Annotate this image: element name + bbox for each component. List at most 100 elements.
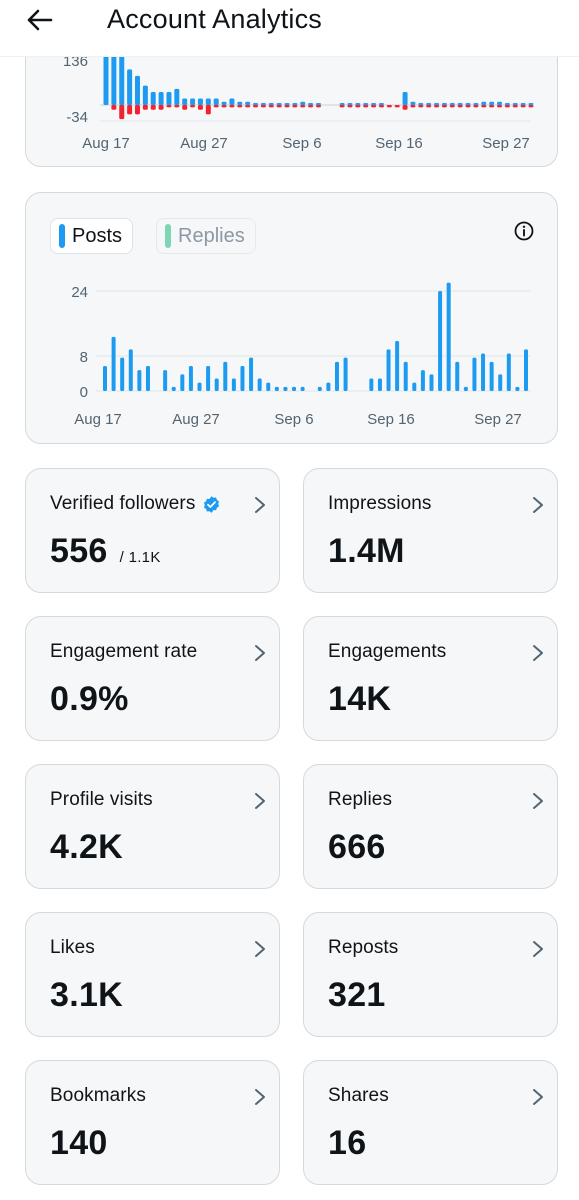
posts-bar [326, 382, 331, 391]
stat-card-likes[interactable]: Likes 3.1K [25, 912, 280, 1037]
loss-bar [158, 105, 164, 110]
posts-bar [197, 382, 202, 391]
loss-bar [386, 105, 392, 108]
arrow-left-icon [27, 9, 53, 31]
loss-bar [221, 105, 227, 108]
stat-card-impressions[interactable]: Impressions 1.4M [303, 468, 558, 593]
gain-bar [316, 103, 321, 105]
stat-card-bookmarks[interactable]: Bookmarks 140 [25, 1060, 280, 1185]
loss-bar [166, 105, 172, 108]
gain-bar [245, 101, 251, 105]
stat-value: 140 [50, 1124, 108, 1162]
posts-bar [240, 366, 245, 391]
gain-bar [308, 103, 314, 105]
gain-bar [528, 103, 534, 105]
posts-bar [377, 378, 382, 391]
posts-bar [386, 349, 391, 391]
loss-bar [528, 105, 534, 108]
stat-card-engagement-rate[interactable]: Engagement rate 0.9% [25, 616, 280, 741]
loss-bar [520, 105, 526, 108]
stat-card-profile-visits[interactable]: Profile visits 4.2K [25, 764, 280, 889]
loss-bar [245, 105, 251, 108]
loss-bar [457, 105, 463, 108]
posts-bar [223, 361, 228, 391]
chevron-right-icon [255, 941, 265, 957]
gain-bar [489, 101, 495, 105]
verified-badge-icon [204, 495, 220, 513]
stat-card-engagements[interactable]: Engagements 14K [303, 616, 558, 741]
gain-bar [260, 103, 266, 105]
gain-bar [449, 103, 455, 105]
posts-bar [231, 378, 236, 391]
posts-bar [163, 370, 168, 391]
gain-bar [166, 92, 172, 105]
posts-bar [498, 374, 503, 391]
stat-card-verified-followers[interactable]: Verified followers 556 / 1.1K [25, 468, 280, 593]
gain-bar [410, 101, 416, 105]
stat-value-wrap: 556 / 1.1K [50, 532, 161, 571]
gain-bar [426, 103, 432, 105]
loss-bar [449, 105, 455, 108]
posts-bar [180, 374, 185, 391]
stat-value: 4.2K [50, 828, 124, 866]
stat-value: 321 [328, 976, 386, 1014]
loss-bar [489, 105, 495, 108]
posts-bar [420, 370, 425, 391]
loss-bar [347, 105, 353, 108]
gain-bar [197, 98, 203, 105]
gain-bar [434, 103, 440, 105]
loss-bar [190, 105, 196, 108]
gain-bar [378, 103, 384, 105]
chevron-right-icon [533, 645, 543, 661]
gain-bar [347, 103, 353, 105]
x-tick-label: Sep 6 [282, 135, 321, 152]
gain-bar [119, 53, 125, 105]
gain-bar [512, 103, 518, 105]
gain-bar [497, 101, 503, 105]
loss-bar [276, 105, 282, 108]
loss-bar [363, 105, 369, 108]
stat-label: Verified followers [50, 493, 221, 515]
chevron-right-icon [255, 497, 265, 513]
x-tick-label: Sep 16 [375, 135, 423, 152]
stat-value: 16 [328, 1124, 367, 1162]
y-tick-label: -34 [66, 109, 88, 126]
loss-bar [127, 105, 133, 115]
stat-card-reposts[interactable]: Reposts 321 [303, 912, 558, 1037]
loss-bar [402, 105, 408, 110]
loss-bar [182, 105, 188, 110]
back-button[interactable] [20, 2, 60, 38]
x-tick-label: Aug 17 [82, 135, 130, 152]
loss-bar [378, 105, 384, 108]
stat-label: Impressions [328, 493, 432, 514]
loss-bar [142, 105, 148, 110]
gain-bar [158, 92, 164, 105]
posts-bar [214, 378, 219, 391]
posts-bar [103, 366, 107, 391]
loss-bar [512, 105, 518, 108]
posts-bar [506, 353, 511, 391]
loss-bar [504, 105, 510, 108]
posts-bar [274, 386, 279, 391]
stat-label: Likes [50, 937, 95, 958]
x-tick-label: Aug 27 [172, 411, 220, 428]
gain-bar [150, 92, 156, 105]
stat-card-replies[interactable]: Replies 666 [303, 764, 558, 889]
stat-value: 1.4M [328, 532, 405, 570]
posts-bar [317, 386, 322, 391]
loss-bar [371, 105, 377, 108]
gain-bar [481, 101, 487, 105]
gain-bar [355, 103, 361, 105]
loss-bar [174, 105, 180, 108]
stat-card-shares[interactable]: Shares 16 [303, 1060, 558, 1185]
loss-bar [111, 105, 117, 110]
posts-bar [524, 349, 528, 391]
posts-bar [266, 382, 271, 391]
gain-bar [339, 103, 345, 105]
posts-bar [257, 378, 262, 391]
posts-chart-card: Posts Replies 24 8 0 Aug 17 Aug 27 Sep 6… [25, 192, 558, 444]
posts-bar [206, 366, 211, 391]
gain-bar [237, 101, 243, 105]
loss-bar [441, 105, 447, 108]
loss-bar [355, 105, 361, 108]
